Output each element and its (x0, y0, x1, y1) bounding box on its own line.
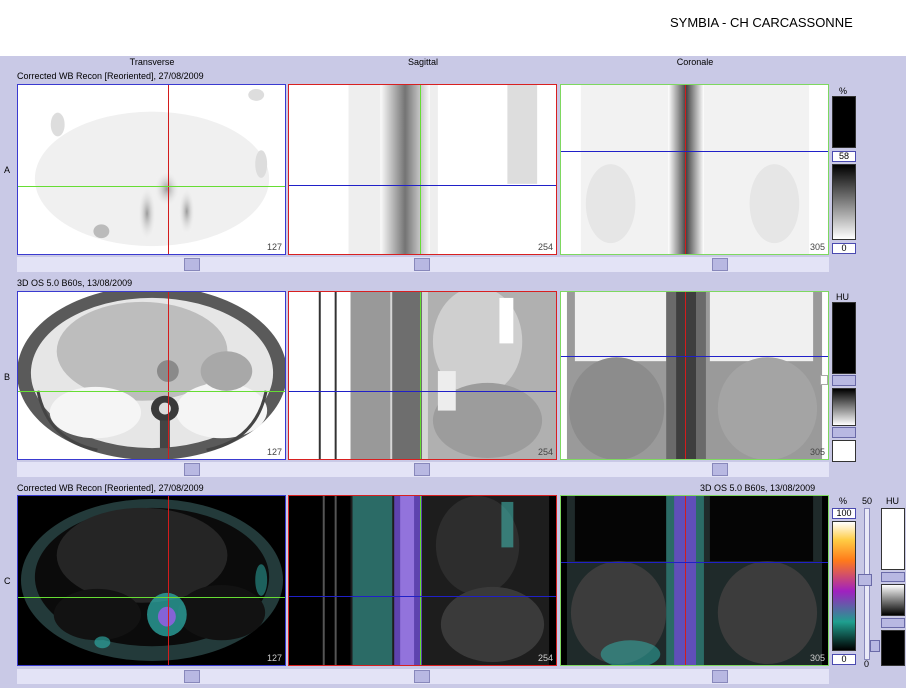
fused-coronal-image (561, 496, 828, 665)
row-a-series-label: Corrected WB Recon [Reoriented], 27/08/2… (17, 71, 204, 81)
site-title: SYMBIA - CH CARCASSONNE (670, 15, 853, 30)
crosshair-horizontal (561, 562, 828, 563)
scroll-handle-a-sagittal[interactable] (414, 258, 430, 271)
slice-number: 127 (266, 447, 282, 457)
column-title-coronal: Coronale (676, 57, 714, 67)
scale-b-unit: HU (836, 292, 849, 302)
scale-c-mix-top: 50 (862, 496, 873, 506)
viewport-b-coronal[interactable]: 305 (560, 291, 829, 460)
scale-c-unit2: HU (886, 496, 899, 506)
scroll-handle-b-coronal[interactable] (712, 463, 728, 476)
slice-number: 305 (809, 653, 825, 663)
scale-c-value-min[interactable]: 0 (832, 654, 856, 665)
scale-b-level-handle[interactable] (832, 427, 856, 438)
scroll-handle-b-transverse[interactable] (184, 463, 200, 476)
slice-number: 305 (809, 447, 825, 457)
slice-number: 254 (537, 447, 553, 457)
crosshair-horizontal (18, 186, 285, 187)
row-b-letter: B (4, 372, 11, 382)
slice-number: 254 (537, 653, 553, 663)
scale-b-top (832, 302, 856, 374)
scale-a-value-min[interactable]: 0 (832, 243, 856, 254)
crosshair-vertical (168, 292, 169, 459)
scale-c-color-bar (832, 521, 856, 651)
scale-c-mix-bottom: 0 (864, 659, 870, 669)
crosshair-vertical (420, 292, 421, 459)
crosshair-vertical (168, 85, 169, 254)
viewport-b-sagittal[interactable]: 254 (288, 291, 557, 460)
scroll-handle-b-sagittal[interactable] (414, 463, 430, 476)
fused-sagittal-image (289, 496, 556, 665)
scale-b-marker (820, 375, 828, 385)
scale-c-hu-bottom (881, 630, 905, 666)
viewport-a-transverse[interactable]: 127 (17, 84, 286, 255)
scale-c-hu-window-handle[interactable] (881, 572, 905, 582)
scale-c-mix-thumb[interactable] (858, 574, 872, 586)
scale-a-value-mid[interactable]: 58 (832, 151, 856, 162)
ct-transverse-image (18, 292, 285, 459)
scroll-handle-c-coronal[interactable] (712, 670, 728, 683)
slice-number: 254 (537, 242, 553, 252)
viewport-c-sagittal[interactable]: 254 (288, 495, 557, 666)
crosshair-horizontal (289, 596, 556, 597)
crosshair-vertical (420, 85, 421, 254)
viewport-a-coronal[interactable]: 305 (560, 84, 829, 255)
row-c-series-right: 3D OS 5.0 B60s, 13/08/2009 (700, 483, 816, 493)
scale-b-window-handle[interactable] (832, 375, 856, 386)
viewport-a-sagittal[interactable]: 254 (288, 84, 557, 255)
viewport-c-coronal[interactable]: 305 (560, 495, 829, 666)
scale-c-hu-gradient (881, 584, 905, 616)
scale-c-unit: % (839, 496, 848, 506)
crosshair-horizontal (18, 597, 285, 598)
row-b-series-label: 3D OS 5.0 B60s, 13/08/2009 (17, 278, 133, 288)
viewport-c-transverse[interactable]: 127 (17, 495, 286, 666)
scale-c-mix-thumb-secondary[interactable] (870, 640, 880, 652)
scale-c-hu-top (881, 508, 905, 570)
viewport-b-transverse[interactable]: 127 (17, 291, 286, 460)
column-title-transverse: Transverse (129, 57, 175, 67)
pet-sagittal-image (289, 85, 556, 254)
pet-coronal-image (561, 85, 828, 254)
scale-c-value-max[interactable]: 100 (832, 508, 856, 519)
scale-c-hu-level-handle[interactable] (881, 618, 905, 628)
crosshair-vertical (168, 496, 169, 665)
crosshair-vertical (685, 85, 686, 254)
scale-a-gradient (832, 164, 856, 240)
scroll-handle-c-transverse[interactable] (184, 670, 200, 683)
scroll-handle-a-coronal[interactable] (712, 258, 728, 271)
scale-a-unit: % (839, 86, 848, 96)
scale-b-gradient (832, 388, 856, 426)
slice-number: 305 (809, 242, 825, 252)
slice-number: 127 (266, 242, 282, 252)
row-c-series-left: Corrected WB Recon [Reoriented], 27/08/2… (17, 483, 204, 493)
pet-transverse-image (18, 85, 285, 254)
scale-a-top (832, 96, 856, 148)
row-c-letter: C (4, 576, 11, 586)
crosshair-horizontal (18, 391, 285, 392)
scroll-handle-c-sagittal[interactable] (414, 670, 430, 683)
crosshair-horizontal (561, 151, 828, 152)
fused-transverse-image (18, 496, 285, 665)
scroll-handle-a-transverse[interactable] (184, 258, 200, 271)
crosshair-vertical (685, 496, 686, 665)
crosshair-horizontal (289, 391, 556, 392)
scale-b-bottom (832, 440, 856, 462)
column-title-sagittal: Sagittal (407, 57, 439, 67)
crosshair-horizontal (289, 185, 556, 186)
crosshair-horizontal (561, 356, 828, 357)
row-a-letter: A (4, 165, 11, 175)
ct-coronal-image (561, 292, 828, 459)
slice-number: 127 (266, 653, 282, 663)
ct-sagittal-image (289, 292, 556, 459)
crosshair-vertical (685, 292, 686, 459)
crosshair-vertical (420, 496, 421, 665)
